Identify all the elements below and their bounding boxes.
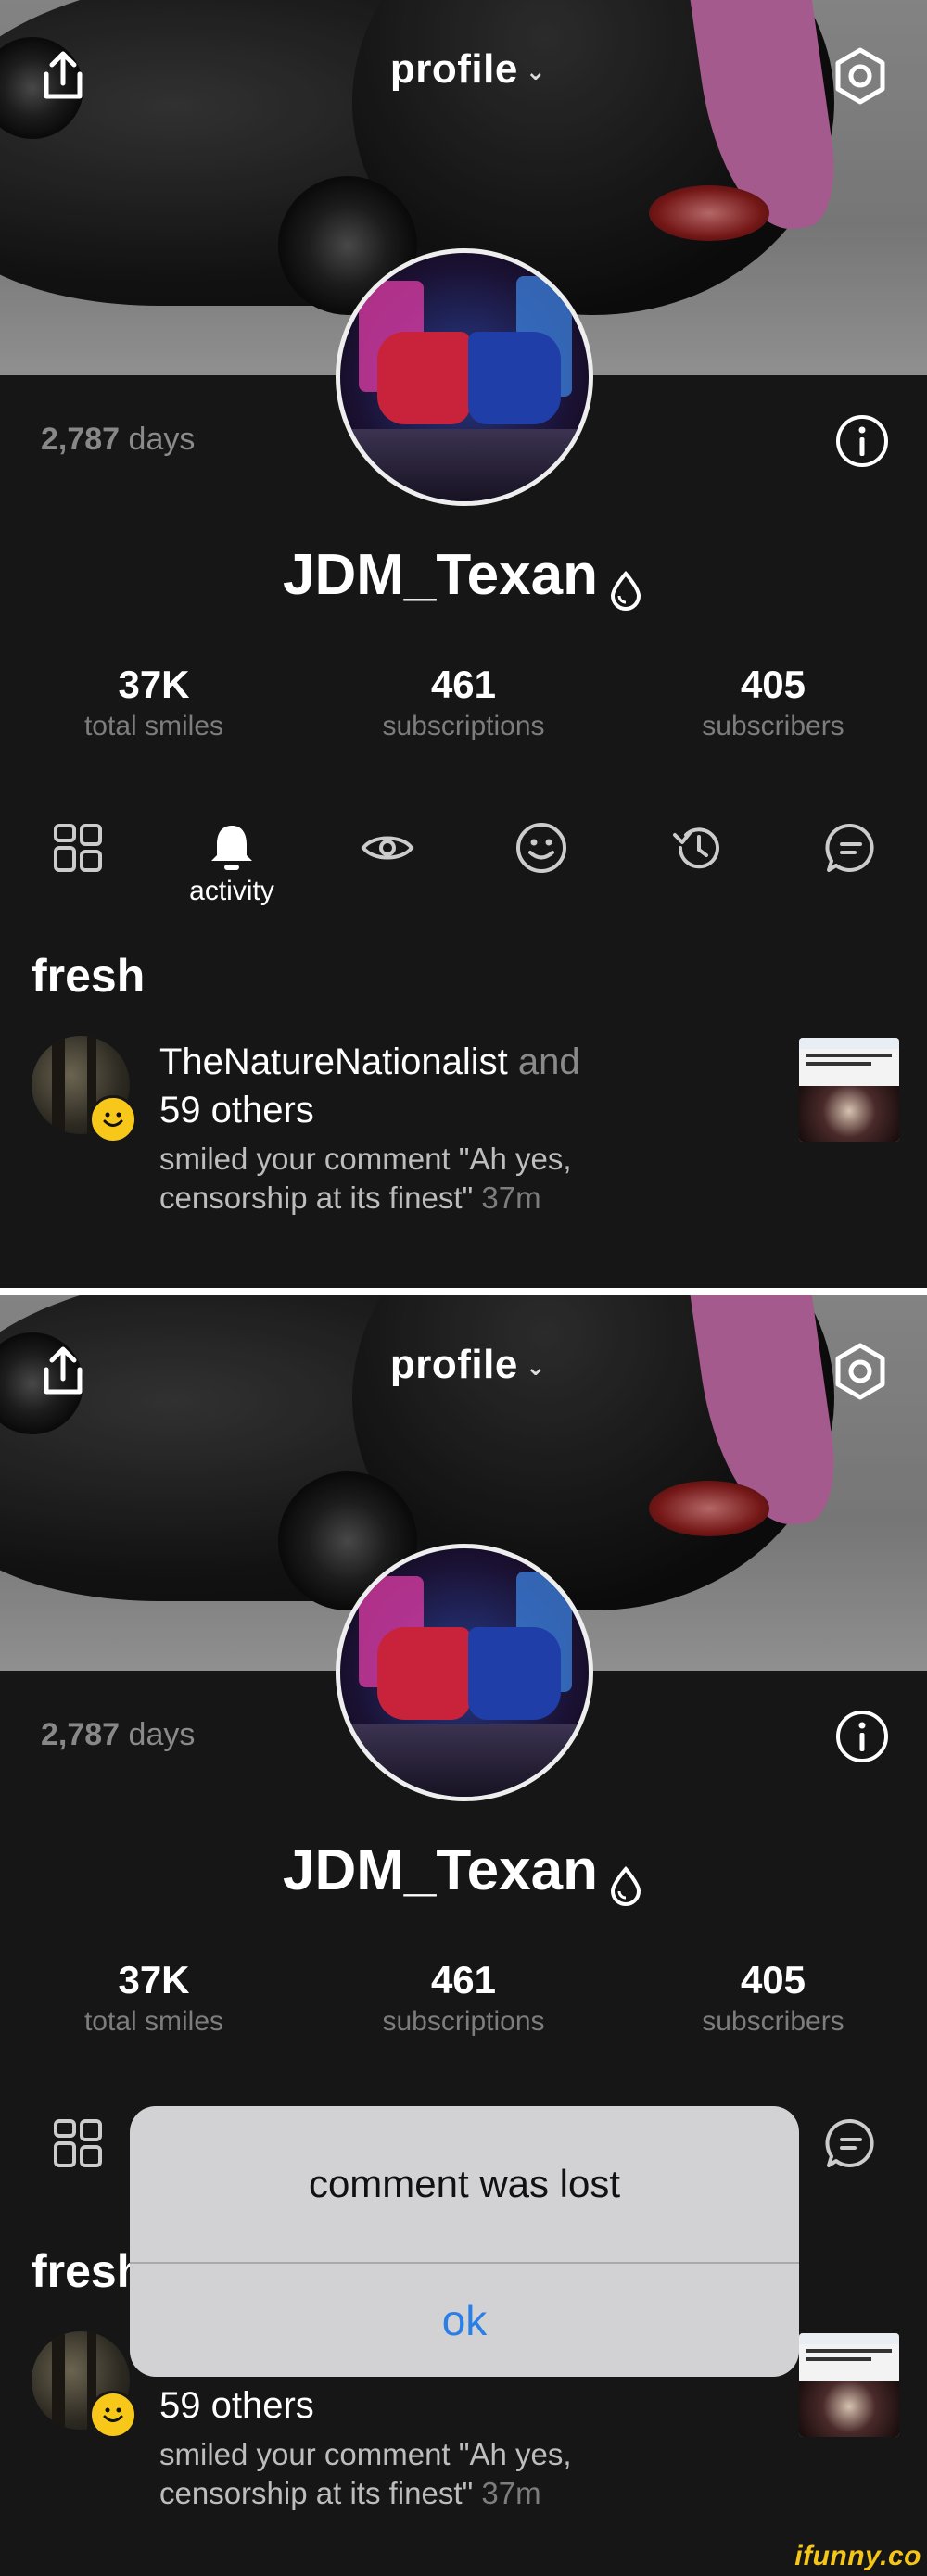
stat-subscribers[interactable]: 405 subscribers <box>643 1958 903 2038</box>
feed-time: 37m <box>481 1181 541 1215</box>
tab-history[interactable] <box>660 815 734 880</box>
tab-activity-label: activity <box>189 876 274 906</box>
feed-time: 37m <box>481 2476 541 2510</box>
tab-grid[interactable] <box>41 2111 115 2176</box>
page-title[interactable]: profile ⌄ <box>362 46 575 93</box>
share-icon[interactable] <box>33 1342 93 1401</box>
settings-icon[interactable] <box>831 1342 890 1401</box>
feed-user[interactable]: TheNatureNationalist <box>159 1042 508 1082</box>
feed-others[interactable]: 59 others <box>159 2385 314 2426</box>
post-thumbnail[interactable] <box>799 2333 899 2437</box>
chevron-down-icon: ⌄ <box>525 57 547 85</box>
profile-screen-after: profile ⌄ 2,787 days JDM_Texan 37K total s… <box>0 1295 927 2576</box>
dialog-message: comment was lost <box>308 2162 621 2205</box>
eye-icon <box>361 836 414 860</box>
water-drop-icon <box>607 1854 644 1906</box>
tab-grid[interactable] <box>41 815 115 880</box>
chat-icon <box>825 823 874 872</box>
chevron-down-icon: ⌄ <box>525 1352 547 1381</box>
chat-icon <box>825 2118 874 2167</box>
info-icon[interactable] <box>832 411 892 471</box>
grid-icon <box>54 2119 102 2167</box>
feed-others[interactable]: 59 others <box>159 1090 314 1130</box>
settings-icon[interactable] <box>831 46 890 106</box>
username: JDM_Texan <box>0 542 927 611</box>
stat-total-smiles[interactable]: 37K total smiles <box>24 663 284 742</box>
section-title: fresh <box>32 950 146 1002</box>
screenshot-divider <box>0 1288 927 1295</box>
stat-subscriptions[interactable]: 461 subscriptions <box>334 663 593 742</box>
tab-smiled[interactable] <box>504 815 578 880</box>
ok-button[interactable]: ok <box>130 2264 799 2377</box>
bell-icon <box>211 826 252 870</box>
tab-viewed[interactable] <box>350 815 425 880</box>
smile-badge-icon <box>89 1095 137 1143</box>
section-title: fresh <box>32 2245 146 2297</box>
grid-icon <box>54 824 102 872</box>
page-title[interactable]: profile ⌄ <box>362 1342 575 1388</box>
username: JDM_Texan <box>0 1837 927 1906</box>
smile-badge-icon <box>89 2391 137 2439</box>
history-icon <box>673 827 719 869</box>
tab-activity[interactable]: activity <box>189 815 274 906</box>
list-item[interactable]: TheNatureNationalist and59 others smiled… <box>0 1029 927 1232</box>
avatar[interactable] <box>336 1544 593 1801</box>
post-thumbnail[interactable] <box>799 1038 899 1142</box>
stat-subscribers[interactable]: 405 subscribers <box>643 663 903 742</box>
tab-comments[interactable] <box>814 2111 888 2176</box>
stat-total-smiles[interactable]: 37K total smiles <box>24 1958 284 2038</box>
days-counter: 2,787 days <box>41 1717 196 1752</box>
smile-icon <box>516 823 566 873</box>
alert-dialog: comment was lost ok <box>130 2106 799 2377</box>
stat-subscriptions[interactable]: 461 subscriptions <box>334 1958 593 2038</box>
avatar[interactable] <box>336 248 593 506</box>
watermark: ifunny.co <box>794 2541 921 2571</box>
profile-tabs: activity <box>0 815 927 917</box>
water-drop-icon <box>607 559 644 611</box>
days-counter: 2,787 days <box>41 422 196 457</box>
tab-comments[interactable] <box>814 815 888 880</box>
profile-screen-before: profile ⌄ 2,787 days JDM_Texan 37K total s… <box>0 0 927 1288</box>
info-icon[interactable] <box>832 1707 892 1766</box>
share-icon[interactable] <box>33 46 93 106</box>
